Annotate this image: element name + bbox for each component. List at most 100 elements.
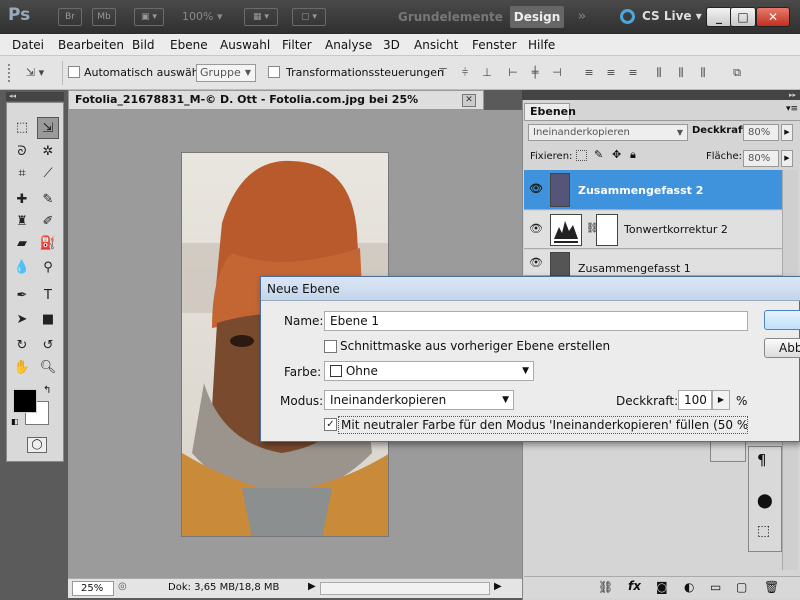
paragraph-icon[interactable]: ¶ xyxy=(757,451,767,469)
move-tool-preset-icon[interactable]: ⇲ ▾ xyxy=(20,67,50,79)
3d-orbit-tool-icon[interactable]: ↺ xyxy=(37,335,59,357)
opacity-slider-icon[interactable]: ▶ xyxy=(712,390,730,410)
add-mask-icon[interactable]: ◙ xyxy=(656,580,668,594)
layer-name-input[interactable]: Ebene 1 xyxy=(324,311,748,331)
zoom-level[interactable]: 100% ▾ xyxy=(182,10,222,23)
mini-bridge-button[interactable]: Mb xyxy=(92,8,116,26)
auto-select-checkbox[interactable] xyxy=(68,66,80,81)
view-extras-icon[interactable]: ▣ ▾ xyxy=(134,8,164,26)
horizontal-scrollbar[interactable] xyxy=(320,582,490,595)
layer-mask-thumbnail[interactable] xyxy=(596,214,618,246)
fx-icon[interactable]: fx xyxy=(628,579,641,593)
3d-icon[interactable]: ⬤ xyxy=(757,493,773,509)
layer-row[interactable]: 👁︎ Zusammengefasst 2 xyxy=(524,170,782,210)
stamp-tool-icon[interactable]: ♜ xyxy=(11,211,33,233)
layer-row[interactable]: 👁︎ Zusammengefasst 1 xyxy=(524,250,782,276)
distribute-vcenter-icon[interactable]: ≡ xyxy=(604,67,618,79)
distribute-bottom-icon[interactable]: ≡ xyxy=(626,67,640,79)
menu-filter[interactable]: Filter xyxy=(282,38,312,52)
status-info-icon[interactable]: ◎ xyxy=(118,581,130,595)
healing-brush-tool-icon[interactable]: ✚ xyxy=(11,189,33,211)
clip-mask-checkbox[interactable] xyxy=(324,340,337,353)
paint-bucket-tool-icon[interactable]: ⛽ xyxy=(37,233,59,255)
lasso-tool-icon[interactable]: ᘐ xyxy=(11,141,33,163)
eyedropper-tool-icon[interactable]: ⟋ xyxy=(37,163,59,185)
align-hcenter-icon[interactable]: ╪ xyxy=(528,67,542,79)
dodge-tool-icon[interactable]: ⚲ xyxy=(37,257,59,279)
document-close-icon[interactable]: ✕ xyxy=(462,94,476,107)
menu-bild[interactable]: Bild xyxy=(132,38,155,52)
status-menu-arrow-icon[interactable]: ▶ xyxy=(308,581,316,592)
eraser-tool-icon[interactable]: ▰ xyxy=(11,233,33,255)
menu-hilfe[interactable]: Hilfe xyxy=(528,38,555,52)
default-colors-icon[interactable]: ◧ xyxy=(11,417,19,426)
crop-tool-icon[interactable]: ⌗ xyxy=(11,163,33,185)
quick-mask-icon[interactable]: ◯ xyxy=(27,437,47,453)
color-dropdown[interactable]: Ohne ▼ xyxy=(324,361,534,381)
distribute-top-icon[interactable]: ≡ xyxy=(582,67,596,79)
mode-dropdown[interactable]: Ineinanderkopieren ▼ xyxy=(324,390,514,410)
ok-button[interactable] xyxy=(764,310,800,330)
blur-tool-icon[interactable]: 💧 xyxy=(11,257,33,279)
distribute-left-icon[interactable]: ⫼ xyxy=(652,67,666,79)
menu-3d[interactable]: 3D xyxy=(383,38,400,52)
history-brush-tool-icon[interactable]: ✐ xyxy=(37,211,59,233)
workspace-design[interactable]: Design xyxy=(510,6,564,28)
menu-bearbeiten[interactable]: Bearbeiten xyxy=(58,38,124,52)
document-tab[interactable]: Fotolia_21678831_M-© D. Ott - Fotolia.co… xyxy=(68,90,484,124)
transform-controls-checkbox[interactable] xyxy=(268,66,280,81)
hand-tool-icon[interactable]: ✋ xyxy=(11,357,33,379)
lock-all-icon[interactable]: 🔒︎ xyxy=(630,148,636,162)
delete-layer-icon[interactable]: 🗑︎ xyxy=(764,580,779,594)
panel-collapse-icon[interactable]: ▸▸ xyxy=(522,90,800,100)
distribute-right-icon[interactable]: ⫼ xyxy=(696,67,710,79)
text-tool-icon[interactable]: T xyxy=(37,285,59,307)
zoom-field[interactable]: 25% xyxy=(72,581,114,596)
opacity-input[interactable]: 100 xyxy=(678,390,712,410)
transform-icon[interactable]: ⬚ xyxy=(757,523,770,539)
lock-transparency-icon[interactable] xyxy=(576,150,587,161)
fill-field[interactable]: 80% xyxy=(743,150,779,167)
collapsed-panel-icon[interactable] xyxy=(710,440,746,462)
pen-tool-icon[interactable]: ✒ xyxy=(11,285,33,307)
magic-wand-tool-icon[interactable]: ✲ xyxy=(37,141,59,163)
arrange-documents-icon[interactable]: ▦ ▾ xyxy=(244,8,278,26)
path-selection-tool-icon[interactable]: ➤ xyxy=(11,309,33,331)
fill-slider-icon[interactable]: ▶ xyxy=(781,150,793,167)
tools-collapse-icon[interactable]: ◂◂ xyxy=(6,92,64,101)
shape-tool-icon[interactable]: ■ xyxy=(37,309,59,331)
minimize-button[interactable]: _ xyxy=(706,7,732,27)
menu-fenster[interactable]: Fenster xyxy=(472,38,517,52)
new-group-icon[interactable]: ▭ xyxy=(710,580,721,594)
bridge-button[interactable]: Br xyxy=(58,8,82,26)
lock-pixels-icon[interactable]: ✎ xyxy=(594,148,603,161)
swap-colors-icon[interactable]: ↰ xyxy=(43,385,51,396)
adjustment-layer-icon[interactable]: ◐ xyxy=(684,580,694,594)
new-layer-icon[interactable]: ▢ xyxy=(736,580,747,594)
eye-icon[interactable]: 👁︎ xyxy=(528,222,544,238)
align-left-icon[interactable]: ⊢ xyxy=(506,67,520,79)
menu-ebene[interactable]: Ebene xyxy=(170,38,208,52)
layer-opacity-field[interactable]: 80% xyxy=(743,124,779,141)
maximize-button[interactable]: □ xyxy=(730,7,756,27)
menu-ansicht[interactable]: Ansicht xyxy=(414,38,458,52)
link-layers-icon[interactable]: ⛓ xyxy=(598,580,613,594)
eye-icon[interactable]: 👁︎ xyxy=(528,256,544,272)
auto-align-icon[interactable]: ⧉ xyxy=(730,67,744,79)
align-bottom-icon[interactable]: ⊥ xyxy=(480,67,494,79)
scroll-right-icon[interactable]: ▶ xyxy=(494,581,502,592)
distribute-hcenter-icon[interactable]: ⫼ xyxy=(674,67,688,79)
align-vcenter-icon[interactable]: ⫩ xyxy=(458,67,472,79)
foreground-color-swatch-top[interactable] xyxy=(13,389,37,413)
eye-icon[interactable]: 👁︎ xyxy=(528,182,544,198)
zoom-tool-icon[interactable]: 🔍︎ xyxy=(37,357,59,379)
lock-position-icon[interactable]: ✥ xyxy=(612,148,621,161)
close-button[interactable]: ✕ xyxy=(756,7,790,27)
brush-tool-icon[interactable]: ✎ xyxy=(37,189,59,211)
screen-mode-icon[interactable]: ▢ ▾ xyxy=(292,8,326,26)
menu-datei[interactable]: Datei xyxy=(12,38,44,52)
panel-menu-icon[interactable]: ▾≡ xyxy=(786,104,798,114)
cancel-button[interactable]: Abb xyxy=(764,338,800,358)
opacity-slider-icon[interactable]: ▶ xyxy=(781,124,793,141)
align-top-icon[interactable]: ⊤ xyxy=(436,67,450,79)
